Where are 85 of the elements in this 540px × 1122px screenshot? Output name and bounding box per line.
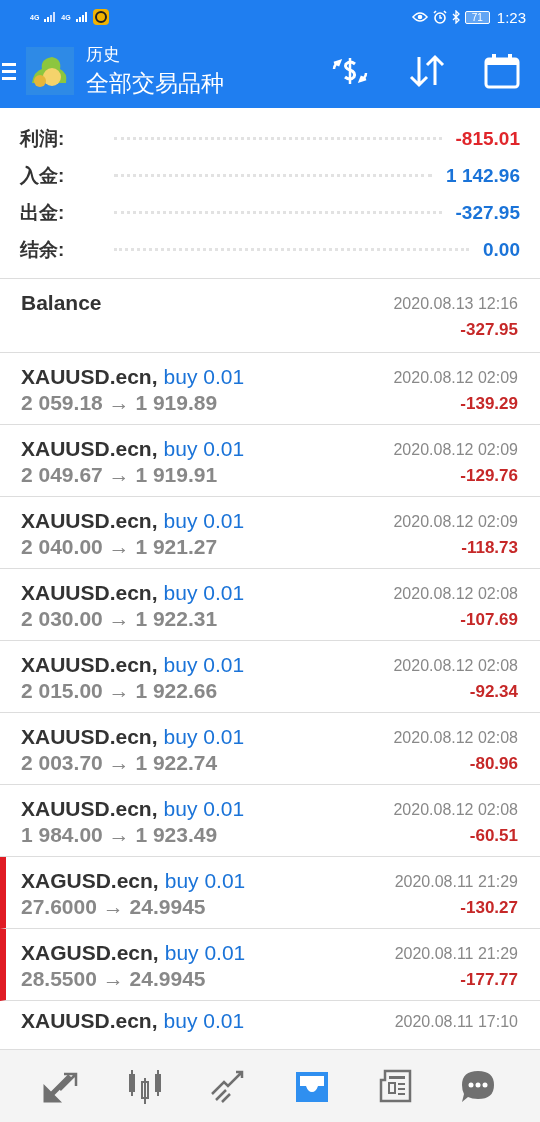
trade-symbol: XAUUSD.ecn, — [21, 437, 158, 460]
trade-action: buy 0.01 — [163, 653, 245, 676]
menu-icon[interactable] — [2, 61, 16, 81]
entry-amount: -139.29 — [460, 394, 518, 414]
trade-symbol: XAUUSD.ecn, — [21, 725, 158, 748]
summary-value: 0.00 — [483, 238, 520, 261]
summary-label: 结余: — [20, 237, 65, 262]
history-entry[interactable]: XAUUSD.ecn, buy 0.01 2 003.70 → 1 922.74 2020.08.12 02:08 -80.96 — [0, 713, 540, 785]
battery-level: 71 — [464, 10, 490, 24]
currency-exchange-icon[interactable] — [330, 55, 370, 87]
entry-amount: -107.69 — [460, 610, 518, 630]
history-entry[interactable]: XAUUSD.ecn, buy 0.01 2 040.00 → 1 921.27 2020.08.12 02:09 -118.73 — [0, 497, 540, 569]
history-entry[interactable]: XAUUSD.ecn, buy 0.01 2020.08.11 17:10 — [0, 1001, 540, 1041]
history-entry[interactable]: XAUUSD.ecn, buy 0.01 2 059.18 → 1 919.89 2020.08.12 02:09 -139.29 — [0, 353, 540, 425]
clock-time: 1:23 — [496, 8, 526, 26]
history-entry[interactable]: XAGUSD.ecn, buy 0.01 27.6000 → 24.9945 2020.08.11 21:29 -130.27 — [0, 857, 540, 929]
signal-icon — [44, 12, 57, 22]
history-entry[interactable]: XAUUSD.ecn, buy 0.01 2 049.67 → 1 919.91 2020.08.12 02:09 -129.76 — [0, 425, 540, 497]
entry-amount: -129.76 — [460, 466, 518, 486]
summary-value: -815.01 — [455, 127, 520, 150]
trade-prices: 2 030.00 → 1 922.31 — [21, 607, 219, 631]
summary-value: -327.95 — [455, 201, 520, 224]
entry-time: 2020.08.11 21:29 — [394, 873, 518, 891]
entry-time: 2020.08.12 02:08 — [393, 729, 518, 747]
entry-amount: -130.27 — [460, 898, 518, 918]
trade-symbol: XAUUSD.ecn, — [21, 365, 158, 388]
history-entry[interactable]: XAUUSD.ecn, buy 0.01 2 030.00 → 1 922.31 2020.08.12 02:08 -107.69 — [0, 569, 540, 641]
trade-symbol: XAGUSD.ecn, — [21, 869, 159, 892]
trade-action: buy 0.01 — [163, 365, 245, 388]
entry-amount: -327.95 — [460, 320, 518, 340]
history-entry[interactable]: Balance 2020.08.13 12:16 -327.95 — [0, 279, 540, 353]
entry-time: 2020.08.12 02:08 — [393, 585, 518, 603]
history-entry[interactable]: XAUUSD.ecn, buy 0.01 1 984.00 → 1 923.49 2020.08.12 02:08 -60.51 — [0, 785, 540, 857]
summary-label: 利润: — [20, 126, 65, 151]
app-notification-icon — [92, 9, 109, 25]
summary-label: 入金: — [20, 163, 65, 188]
trade-action: buy 0.01 — [163, 509, 245, 532]
entry-amount: -118.73 — [461, 538, 518, 558]
entry-time: 2020.08.12 02:09 — [393, 513, 518, 531]
trade-action: buy 0.01 — [164, 941, 246, 964]
sort-icon[interactable] — [408, 54, 446, 88]
entry-time: 2020.08.12 02:08 — [393, 657, 518, 675]
entry-title: Balance — [21, 291, 102, 315]
trade-prices: 28.5500 → 24.9945 — [21, 967, 207, 991]
entry-amount: -80.96 — [469, 754, 518, 774]
entry-amount: -177.77 — [460, 970, 518, 990]
bluetooth-icon — [451, 10, 460, 24]
signal-icon — [75, 12, 88, 22]
alarm-icon — [432, 10, 447, 24]
trade-symbol: XAUUSD.ecn, — [21, 581, 158, 604]
trade-prices: 27.6000 → 24.9945 — [21, 895, 207, 919]
trade-action: buy 0.01 — [164, 869, 246, 892]
summary-value: 1 142.96 — [446, 164, 520, 187]
calendar-icon[interactable] — [484, 53, 520, 89]
entry-amount: -92.34 — [469, 682, 518, 702]
trade-symbol: XAGUSD.ecn, — [21, 941, 159, 964]
entry-time: 2020.08.12 02:08 — [393, 801, 518, 819]
trade-symbol: XAUUSD.ecn, — [21, 653, 158, 676]
history-entry[interactable]: XAUUSD.ecn, buy 0.01 2 015.00 → 1 922.66 2020.08.12 02:08 -92.34 — [0, 641, 540, 713]
symbol-filter-label[interactable]: 全部交易品种 — [86, 68, 224, 99]
trade-prices: 2 059.18 → 1 919.89 — [21, 391, 219, 415]
entry-time: 2020.08.11 21:29 — [394, 945, 518, 963]
trade-action: buy 0.01 — [163, 437, 245, 460]
trade-symbol: XAUUSD.ecn, — [21, 797, 158, 820]
trade-prices: 2 049.67 → 1 919.91 — [21, 463, 219, 487]
entry-amount: -60.51 — [469, 826, 518, 846]
entry-time: 2020.08.12 02:09 — [393, 369, 518, 387]
entry-time: 2020.08.11 17:10 — [394, 1013, 518, 1031]
summary-label: 出金: — [20, 200, 65, 225]
trade-action: buy 0.01 — [163, 797, 245, 820]
eye-icon — [411, 11, 428, 23]
entry-time: 2020.08.12 02:09 — [393, 441, 518, 459]
trade-prices: 1 984.00 → 1 923.49 — [21, 823, 219, 847]
trade-symbol: XAUUSD.ecn, — [21, 1009, 158, 1032]
trade-prices: 2 015.00 → 1 922.66 — [21, 679, 219, 703]
history-entry[interactable]: XAGUSD.ecn, buy 0.01 28.5500 → 24.9945 2020.08.11 21:29 -177.77 — [0, 929, 540, 1001]
trade-action: buy 0.01 — [163, 725, 245, 748]
trade-action: buy 0.01 — [163, 581, 245, 604]
entry-time: 2020.08.13 12:16 — [393, 295, 518, 313]
trade-prices: 2 003.70 → 1 922.74 — [21, 751, 219, 775]
screen-title: 历史 — [86, 44, 121, 66]
trade-prices: 2 040.00 → 1 921.27 — [21, 535, 219, 559]
trade-symbol: XAUUSD.ecn, — [21, 509, 158, 532]
trade-action: buy 0.01 — [163, 1009, 245, 1032]
app-logo-icon — [26, 47, 74, 95]
